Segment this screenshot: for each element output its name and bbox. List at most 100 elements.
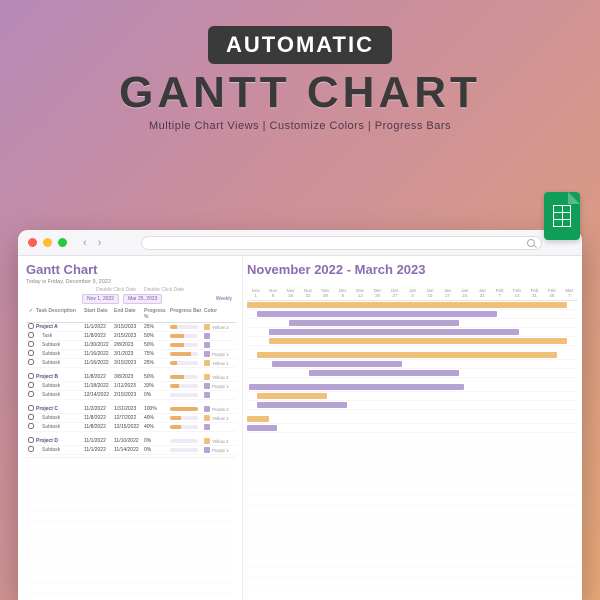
end-date: 3/8/2023	[114, 374, 144, 380]
gantt-bar[interactable]	[257, 311, 497, 317]
start-date: 11/1/2022	[84, 324, 114, 330]
color-cell: Yellow 2	[204, 324, 232, 330]
task-checkbox[interactable]	[28, 359, 34, 365]
task-checkbox[interactable]	[28, 382, 34, 388]
col-end: End Date	[114, 308, 144, 320]
table-row[interactable]: Project A11/1/20223/15/202325%Yellow 2	[26, 323, 236, 332]
color-swatch-icon	[204, 406, 210, 412]
color-swatch-icon	[204, 333, 210, 339]
table-row[interactable]: Project C11/2/20221/31/2023100%Purple 2	[26, 405, 236, 414]
table-row[interactable]: Subtask11/18/20221/11/202333%Purple 1	[26, 382, 236, 391]
chip-end-date[interactable]: Mar 25, 2023	[123, 294, 162, 304]
task-rows: Project A11/1/20223/15/202325%Yellow 2Ta…	[26, 323, 236, 455]
gantt-bar[interactable]	[247, 302, 567, 308]
task-checkbox[interactable]	[28, 350, 34, 356]
table-row[interactable]: Subtask12/14/20222/15/20230%	[26, 391, 236, 400]
gantt-row	[247, 369, 578, 378]
timeline-tick: Nov1	[247, 288, 264, 298]
table-row[interactable]: Subtask11/8/202212/7/202240%Yellow 1	[26, 414, 236, 423]
table-row[interactable]: Subtask11/30/20222/8/202350%	[26, 341, 236, 350]
task-checkbox[interactable]	[28, 373, 34, 379]
gantt-bar[interactable]	[249, 384, 464, 390]
task-checkbox[interactable]	[28, 391, 34, 397]
start-date: 11/1/2022	[84, 447, 114, 453]
task-checkbox[interactable]	[28, 332, 34, 338]
progress-pct: 50%	[144, 374, 170, 380]
table-row[interactable]: Project D11/1/202211/10/20220%Yellow 2	[26, 437, 236, 446]
color-swatch-icon	[204, 438, 210, 444]
maximize-dot[interactable]	[58, 238, 67, 247]
hero-badge: AUTOMATIC	[208, 26, 392, 64]
today-label: Today is Friday, December 9, 2022	[26, 279, 236, 285]
start-date: 11/30/2022	[84, 342, 114, 348]
task-checkbox[interactable]	[28, 423, 34, 429]
start-date: 11/18/2022	[84, 383, 114, 389]
task-checkbox[interactable]	[28, 437, 34, 443]
gantt-bar[interactable]	[247, 425, 277, 431]
col-pbar: Progress Bar	[170, 308, 204, 320]
progress-pct: 0%	[144, 438, 170, 444]
progress-bar	[170, 361, 204, 365]
close-dot[interactable]	[28, 238, 37, 247]
progress-pct: 0%	[144, 392, 170, 398]
task-name: Subtask	[36, 415, 84, 421]
task-name: Subtask	[36, 447, 84, 453]
nav-arrows[interactable]: ‹ ›	[83, 237, 105, 249]
table-row[interactable]: Task11/8/20222/15/202350%	[26, 332, 236, 341]
table-row[interactable]: Project B11/8/20223/8/202350%Yellow 2	[26, 373, 236, 382]
end-date: 2/15/2023	[114, 333, 144, 339]
end-date: 2/15/2023	[114, 392, 144, 398]
task-checkbox[interactable]	[28, 414, 34, 420]
progress-bar	[170, 334, 204, 338]
timeline-tick: Dec20	[369, 288, 386, 298]
gantt-bar[interactable]	[269, 329, 519, 335]
task-checkbox[interactable]	[28, 323, 34, 329]
start-date: 11/2/2022	[84, 406, 114, 412]
gantt-bar[interactable]	[272, 361, 402, 367]
table-row[interactable]: Subtask11/16/20223/15/202325%Yellow 1	[26, 359, 236, 368]
gantt-bar[interactable]	[257, 402, 347, 408]
gantt-bar[interactable]	[257, 352, 557, 358]
gantt-bar[interactable]	[289, 320, 459, 326]
color-swatch-icon	[204, 447, 210, 453]
gantt-bar[interactable]	[247, 416, 269, 422]
task-name: Project A	[36, 324, 84, 330]
table-row[interactable]: Subtask11/16/20223/1/202375%Purple 1	[26, 350, 236, 359]
task-name: Subtask	[36, 342, 84, 348]
table-row[interactable]: Subtask11/1/202211/14/20220%Purple 1	[26, 446, 236, 455]
progress-bar	[170, 352, 204, 356]
progress-pct: 25%	[144, 360, 170, 366]
task-checkbox[interactable]	[28, 341, 34, 347]
task-checkbox[interactable]	[28, 446, 34, 452]
task-name: Task	[36, 333, 84, 339]
end-date: 12/7/2022	[114, 415, 144, 421]
end-date: 11/14/2022	[114, 447, 144, 453]
color-swatch-icon	[204, 374, 210, 380]
google-sheets-icon	[544, 192, 580, 240]
hero-subtitle: Multiple Chart Views | Customize Colors …	[18, 120, 582, 132]
timeline-tick: Mar7	[561, 288, 578, 298]
start-date: 11/16/2022	[84, 351, 114, 357]
start-date: 11/8/2022	[84, 333, 114, 339]
gantt-row	[247, 337, 578, 346]
task-checkbox[interactable]	[28, 405, 34, 411]
gantt-row	[247, 383, 578, 392]
hint-end: Double Click Date	[144, 287, 184, 293]
search-input[interactable]	[141, 236, 542, 250]
gantt-row	[247, 328, 578, 337]
table-row[interactable]: Subtask11/8/202212/15/202240%	[26, 423, 236, 432]
hint-start: Double Click Date	[96, 287, 136, 293]
col-color: Color	[204, 308, 232, 320]
gantt-bar[interactable]	[257, 393, 327, 399]
view-mode[interactable]: Weekly	[216, 296, 232, 302]
gantt-bar[interactable]	[309, 370, 459, 376]
color-cell	[204, 392, 232, 398]
progress-bar	[170, 416, 204, 420]
chip-start-date[interactable]: Nov 1, 2022	[82, 294, 119, 304]
date-range-chips: Nov 1, 2022 Mar 25, 2023 Weekly	[26, 294, 236, 304]
minimize-dot[interactable]	[43, 238, 52, 247]
gantt-row	[247, 392, 578, 401]
end-date: 3/1/2023	[114, 351, 144, 357]
gantt-bar[interactable]	[269, 338, 567, 344]
progress-bar	[170, 448, 204, 452]
